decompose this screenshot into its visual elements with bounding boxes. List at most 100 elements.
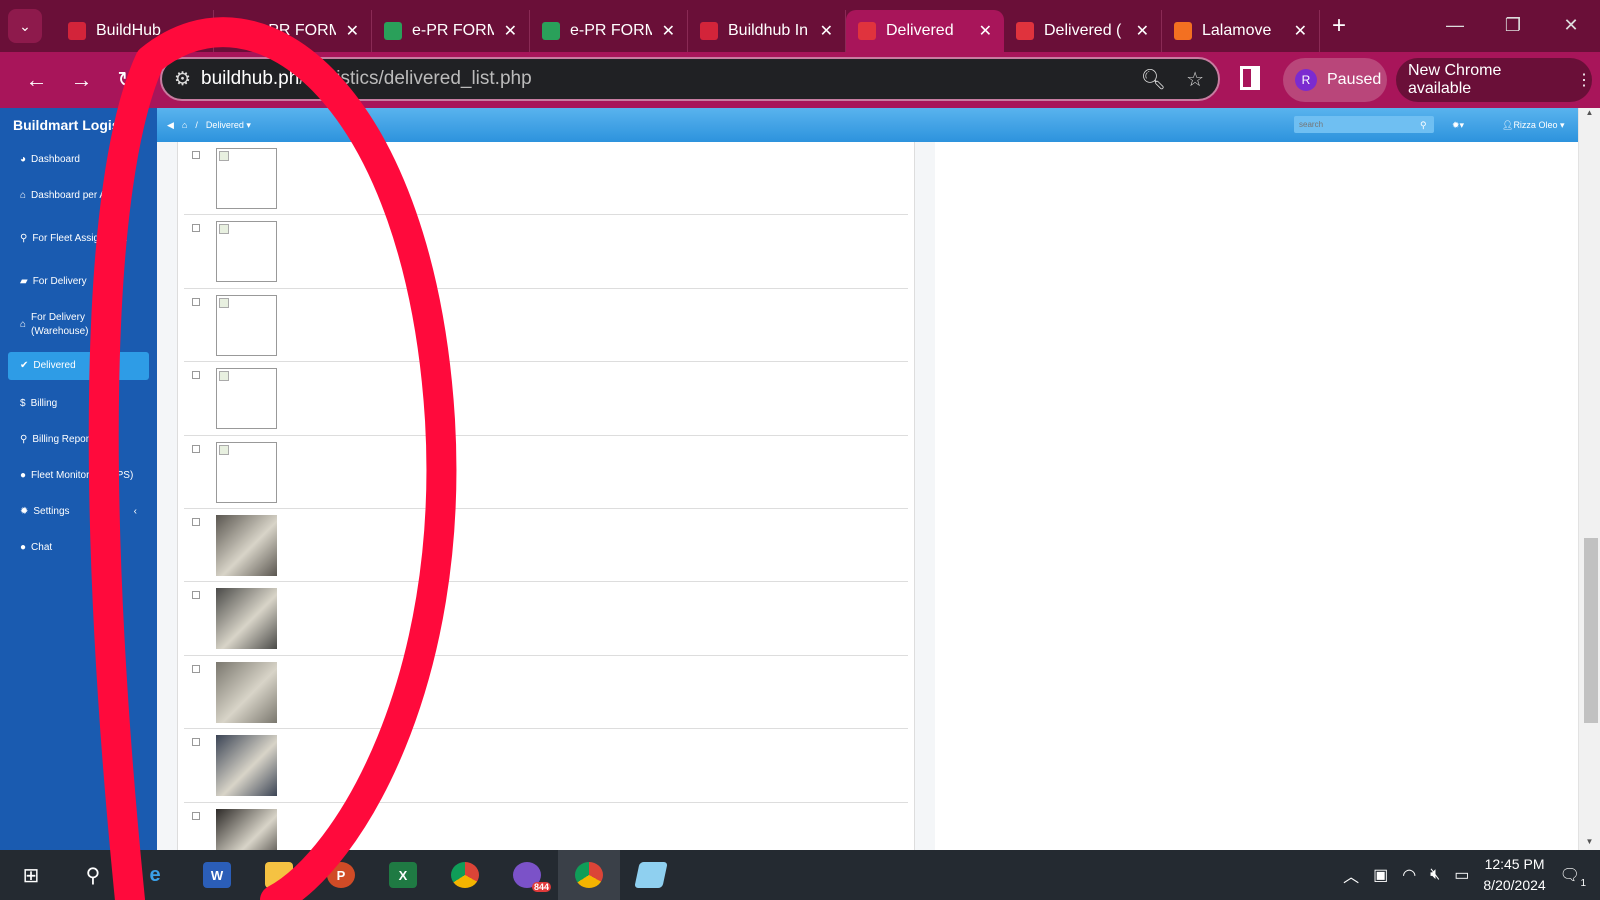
- browser-tab[interactable]: e-PR FORM ✕: [372, 10, 530, 52]
- row-checkbox[interactable]: [192, 444, 200, 453]
- sidebar-item-billing-report[interactable]: ⚲ Billing Report: [0, 422, 157, 458]
- sidebar-item-fleet-monitoring-gps-[interactable]: ● Fleet Monitoring (GPS): [0, 458, 157, 494]
- broken-image-thumbnail[interactable]: [216, 148, 277, 209]
- start-button[interactable]: ⊞: [0, 850, 62, 900]
- screen-record-icon[interactable]: ▣: [1373, 865, 1388, 885]
- address-bar[interactable]: ⚙ buildhub.ph/Logistics/delivered_list.p…: [160, 57, 1220, 101]
- sidebar-item-settings[interactable]: ✹ Settings ‹: [0, 494, 157, 530]
- search-input[interactable]: [1294, 116, 1434, 133]
- row-checkbox[interactable]: [192, 517, 200, 526]
- tab-close-icon[interactable]: ✕: [504, 21, 517, 41]
- tab-close-icon[interactable]: ✕: [346, 21, 359, 41]
- sidebar-item-label: Fleet Monitoring (GPS): [31, 470, 134, 481]
- browser-tab[interactable]: Buildhub In ✕: [688, 10, 846, 52]
- home-icon: ⌂: [20, 319, 27, 330]
- broken-image-thumbnail[interactable]: [216, 441, 277, 503]
- check-icon: ✔: [20, 360, 29, 371]
- tab-search-button[interactable]: ⌄: [8, 9, 42, 43]
- row-checkbox[interactable]: [192, 664, 200, 673]
- edge-icon[interactable]: e: [124, 850, 186, 900]
- forward-button[interactable]: →: [59, 67, 104, 93]
- file-explorer-icon[interactable]: [248, 850, 310, 900]
- sidebar-toggle-icon[interactable]: ◀: [167, 120, 174, 131]
- new-tab-button[interactable]: +: [1332, 12, 1346, 40]
- tab-close-icon[interactable]: ✕: [662, 21, 675, 41]
- settings-dropdown[interactable]: ✹▾: [1452, 120, 1464, 131]
- tab-close-icon[interactable]: ✕: [1294, 21, 1307, 41]
- minimize-button[interactable]: —: [1426, 0, 1484, 52]
- clock[interactable]: 12:45 PM 8/20/2024: [1483, 854, 1545, 896]
- row-checkbox[interactable]: [192, 738, 200, 747]
- battery-icon[interactable]: ▭: [1454, 865, 1469, 885]
- tab-title: BuildHub: [96, 22, 161, 39]
- viber-icon[interactable]: 844: [496, 850, 558, 900]
- browser-tab[interactable]: Delivered ✕: [846, 10, 1004, 52]
- notification-icon[interactable]: 🗨︎ 1: [1560, 865, 1586, 889]
- restore-button[interactable]: ❐: [1484, 0, 1542, 52]
- sidebar-item-for-delivery[interactable]: ▰ For Delivery: [0, 264, 157, 300]
- close-window-button[interactable]: ✕: [1542, 0, 1600, 52]
- excel-icon[interactable]: X: [372, 850, 434, 900]
- sidebar-item-label: Dashboard per Area: [31, 190, 121, 201]
- row-checkbox[interactable]: [192, 371, 200, 380]
- row-checkbox[interactable]: [192, 297, 200, 306]
- bookmark-star-icon[interactable]: ☆: [1186, 67, 1204, 92]
- tab-close-icon[interactable]: ✕: [1136, 21, 1149, 41]
- chrome-profile-icon[interactable]: [558, 850, 620, 900]
- search-icon[interactable]: ⚲: [62, 850, 124, 900]
- browser-tab[interactable]: Lalamove ✕: [1162, 10, 1320, 52]
- photo-thumbnail[interactable]: [216, 661, 277, 723]
- sidebar-item-delivered[interactable]: ✔ Delivered: [8, 352, 149, 380]
- sidebar-item-label: Settings: [33, 506, 70, 517]
- reload-button[interactable]: ↻: [104, 67, 149, 93]
- sidebar-item-dashboard[interactable]: ◕ Dashboard: [0, 142, 157, 178]
- sidebar-item-billing[interactable]: $ Billing: [0, 386, 157, 422]
- chrome-icon[interactable]: [434, 850, 496, 900]
- sidebar-item-chat[interactable]: ● Chat: [0, 530, 157, 566]
- tab-favicon-icon: [226, 22, 244, 40]
- tab-title: Delivered (: [1044, 22, 1122, 39]
- broken-image-thumbnail[interactable]: [216, 368, 277, 430]
- site-info-icon[interactable]: ⚙: [174, 68, 191, 91]
- volume-muted-icon[interactable]: 🔇︎: [1430, 866, 1440, 884]
- browser-tab[interactable]: e-PR FORM ✕: [214, 10, 372, 52]
- powerpoint-icon[interactable]: P: [310, 850, 372, 900]
- user-menu[interactable]: 👤︎Rizza Oleo ▾: [1502, 120, 1564, 131]
- word-icon[interactable]: W: [186, 850, 248, 900]
- browser-tab[interactable]: BuildHub ✕: [56, 10, 214, 52]
- update-chrome-button[interactable]: New Chrome available ⋮: [1396, 58, 1592, 102]
- photo-thumbnail[interactable]: [216, 588, 277, 650]
- row-checkbox[interactable]: [192, 224, 200, 233]
- zoom-icon[interactable]: 🔍︎: [1141, 67, 1166, 92]
- back-button[interactable]: ←: [14, 67, 59, 93]
- table-row: [184, 509, 908, 583]
- home-icon[interactable]: ⌂: [182, 120, 187, 130]
- breadcrumb[interactable]: Delivered ▾: [206, 120, 251, 131]
- browser-tab[interactable]: e-PR FORM ✕: [530, 10, 688, 52]
- search-icon[interactable]: ⚲: [1420, 120, 1427, 131]
- page-scrollbar[interactable]: ▲ ▼: [1578, 108, 1600, 850]
- tab-close-icon[interactable]: ✕: [820, 21, 833, 41]
- tab-close-icon[interactable]: ✕: [188, 21, 201, 41]
- photo-thumbnail[interactable]: [216, 514, 277, 576]
- show-hidden-icons[interactable]: ︿: [1343, 863, 1359, 887]
- browser-tab[interactable]: Delivered ( ✕: [1004, 10, 1162, 52]
- tab-favicon-icon: [858, 22, 876, 40]
- sidebar-item-for-fleet-assignment[interactable]: ⚲ For Fleet Assignment: [0, 214, 157, 264]
- broken-image-thumbnail[interactable]: [216, 294, 277, 356]
- pie-chart-icon: ◕: [20, 154, 27, 165]
- sidebar-item-for-delivery-warehouse-[interactable]: ⌂ For Delivery (Warehouse): [0, 300, 157, 350]
- profile-button[interactable]: R Paused: [1283, 58, 1387, 102]
- row-checkbox[interactable]: [192, 591, 200, 600]
- wifi-icon[interactable]: ◠: [1402, 865, 1416, 885]
- side-panel-icon[interactable]: [1240, 66, 1260, 90]
- row-checkbox[interactable]: [192, 151, 200, 159]
- tab-close-icon[interactable]: ✕: [979, 21, 992, 41]
- tab-favicon-icon: [700, 22, 718, 40]
- broken-image-thumbnail[interactable]: [216, 221, 277, 283]
- notepad-icon[interactable]: [620, 850, 682, 900]
- table-row: [184, 436, 908, 509]
- photo-thumbnail[interactable]: [216, 735, 277, 797]
- sidebar-item-dashboard-per-area[interactable]: ⌂ Dashboard per Area: [0, 178, 157, 214]
- row-checkbox[interactable]: [192, 811, 200, 820]
